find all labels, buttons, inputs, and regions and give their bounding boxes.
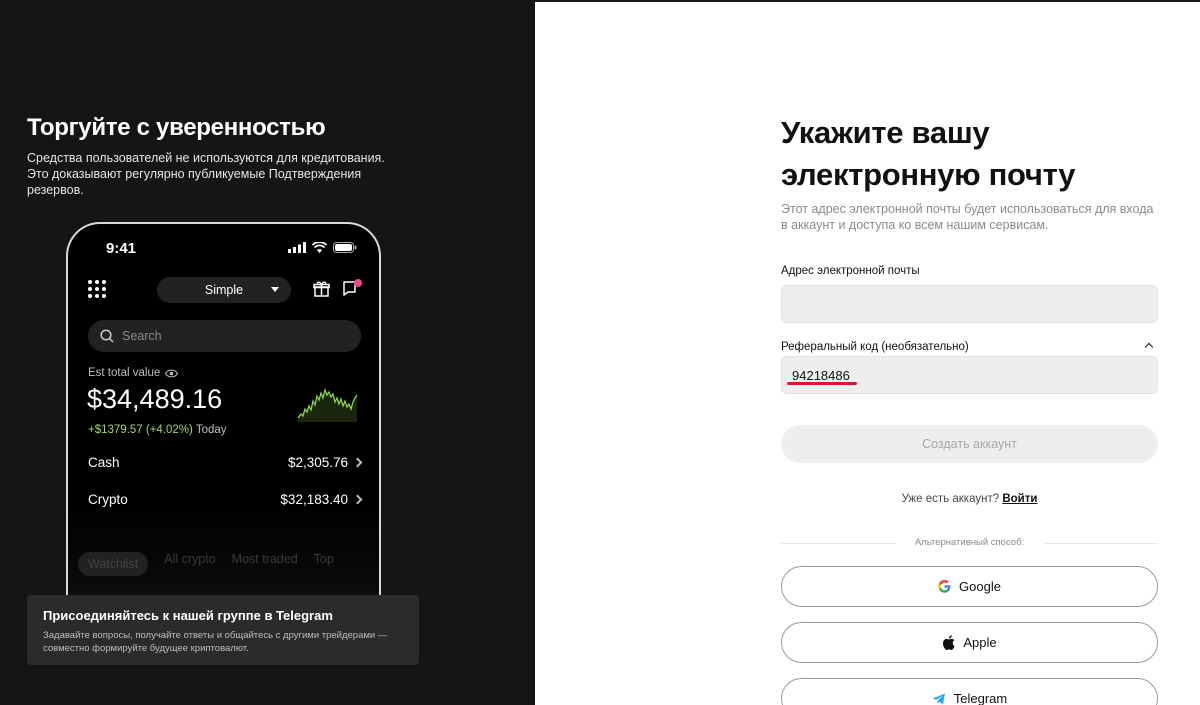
phone-tabs: Watchlist All crypto Most traded Top [78,552,334,576]
form-heading: Укажите вашу электронную почту [781,115,1076,192]
sparkline-chart [297,387,358,422]
create-account-button[interactable]: Создать аккаунт [781,425,1158,463]
alt-label: Альтернативный способ: [894,537,1045,548]
cash-label: Cash [88,455,120,470]
email-field[interactable] [781,285,1158,323]
telegram-card-description: Задавайте вопросы, получайте ответы и об… [43,630,388,654]
search-icon [100,329,114,343]
tab-all-crypto[interactable]: All crypto [164,552,215,576]
total-value: $34,489.16 [87,384,223,414]
value-change: +$1379.57 (+4.02%) Today [88,424,227,436]
tab-most-traded[interactable]: Most traded [232,552,298,576]
telegram-signin-button[interactable]: Telegram [781,678,1158,705]
search-placeholder: Search [122,329,162,343]
battery-icon [333,242,357,253]
tab-watchlist[interactable]: Watchlist [78,552,149,576]
mode-select[interactable]: Simple [157,277,291,303]
promo-title: Торгуйте с уверенностью [27,114,326,141]
google-signin-button[interactable]: Google [781,566,1158,607]
telegram-label: Telegram [953,691,1008,705]
wifi-icon [312,242,327,253]
referral-code-field[interactable]: 94218486 [781,356,1158,394]
top-border [535,0,1200,2]
status-icons [288,242,357,253]
google-icon [938,580,951,593]
chevron-right-icon [352,457,363,468]
tab-top[interactable]: Top [314,552,334,576]
gift-icon[interactable] [313,280,330,297]
est-total-label: Est total value [88,367,179,379]
referral-label: Реферальный код (необязательно) [781,341,969,353]
apps-grid-icon[interactable] [88,280,106,298]
telegram-card-title: Присоединяйтесь к нашей группе в Telegra… [43,608,333,623]
have-account-text: Уже есть аккаунт? [901,493,1000,505]
status-time: 9:41 [106,240,137,257]
promo-panel: Торгуйте с уверенностью Средства пользов… [0,0,535,705]
apple-signin-button[interactable]: Apple [781,622,1158,663]
apple-icon [943,635,955,650]
cash-row[interactable]: Cash $2,305.76 [88,455,363,470]
apple-label: Apple [963,635,997,650]
alt-divider: Альтернативный способ: [781,537,1158,549]
login-link[interactable]: Войти [1002,493,1037,505]
est-total-text: Est total value [88,367,161,379]
telegram-icon [932,693,945,704]
form-subtitle: Этот адрес электронной почты будет испол… [781,202,1154,232]
annotation-underline [787,382,857,385]
phone-search[interactable]: Search [88,320,361,352]
mode-select-value: Simple [204,283,244,297]
signal-icon [288,242,306,253]
phone-mockup: 9:41 Simple Search Est total value $34,4… [66,222,381,642]
login-prompt: Уже есть аккаунт? Войти [781,493,1158,505]
google-label: Google [959,579,1001,594]
email-label: Адрес электронной почты [781,265,920,277]
cash-value: $2,305.76 [287,455,348,470]
telegram-group-card[interactable]: Присоединяйтесь к нашей группе в Telegra… [27,595,419,665]
change-period: Today [195,424,227,436]
caret-down-icon [271,287,279,292]
notification-dot [354,279,362,287]
eye-icon[interactable] [165,369,179,378]
change-amount: +$1379.57 (+4.02%) [88,424,193,436]
promo-description: Средства пользователей не используются д… [27,151,385,197]
chevron-right-icon [352,494,363,505]
